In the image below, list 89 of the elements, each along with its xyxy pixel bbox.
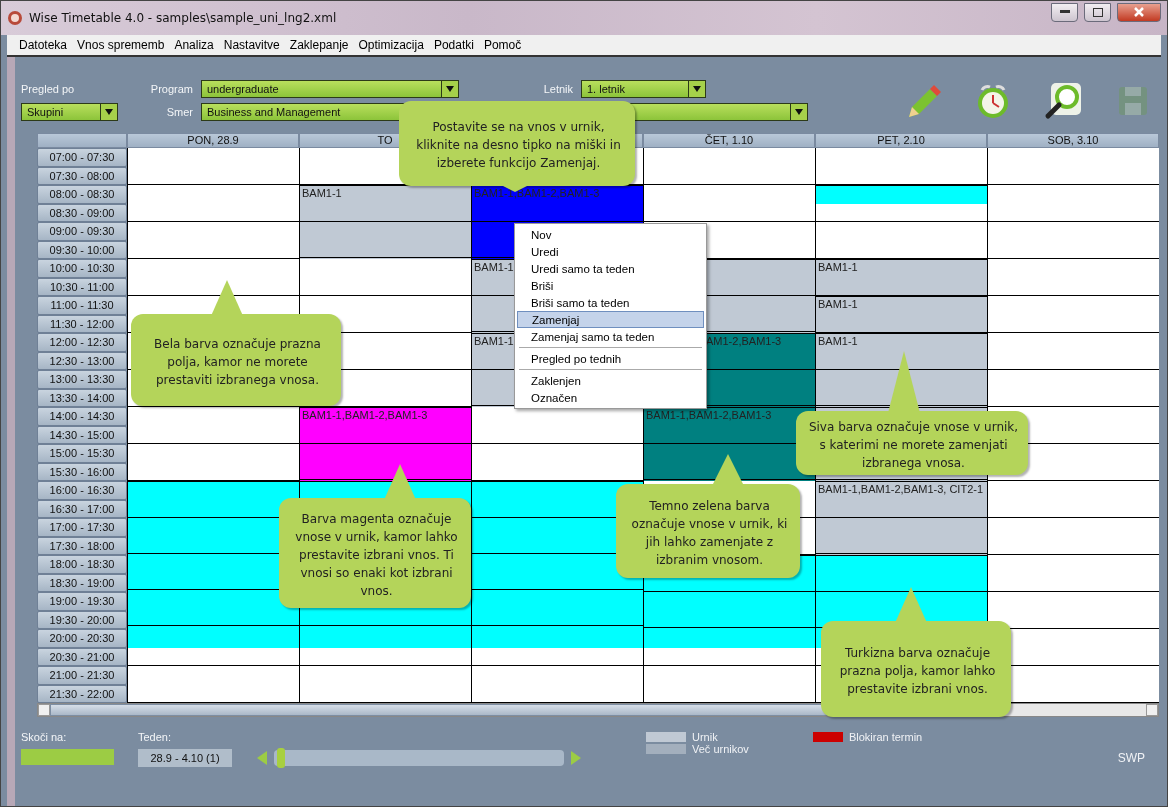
time-slot: 08:00 - 08:30 (37, 185, 127, 204)
time-slot: 19:00 - 19:30 (37, 592, 127, 611)
menu-item[interactable]: Podatki (433, 38, 474, 52)
window-title: Wise Timetable 4.0 - samples\sample_uni_lng2.xml (29, 11, 338, 25)
day-header: ČET, 1.10 (643, 133, 815, 148)
menu-item[interactable]: Vnos sprememb (77, 38, 165, 52)
menu-item[interactable]: Analiza (174, 38, 214, 52)
close-icon (1133, 7, 1145, 17)
timetable-entry[interactable]: BAM1-1 (816, 259, 987, 296)
search-icon[interactable] (1043, 81, 1083, 121)
menu-item[interactable]: Nastavitve (223, 38, 280, 52)
hint-tooltip: Bela barva označuje prazna polja, kamor ne morete prestaviti izbranega vnosa. (131, 280, 344, 409)
time-slot: 20:30 - 21:00 (37, 647, 127, 666)
day-header: PET, 2.10 (815, 133, 987, 148)
legend-label: Blokiran termin (848, 731, 923, 743)
time-slot: 11:30 - 12:00 (37, 314, 127, 333)
jump-label: Skoči na: (21, 731, 68, 743)
time-slot: 12:00 - 12:30 (37, 333, 127, 352)
close-button[interactable] (1117, 2, 1161, 22)
context-menu-item[interactable]: Pregled po tednih (517, 350, 704, 367)
time-slot: 10:30 - 11:00 (37, 277, 127, 296)
scroll-left-button[interactable] (38, 704, 50, 716)
time-slot: 21:30 - 22:00 (37, 684, 127, 703)
hint-tooltip: Turkizna barva označuje prazna polja, kamor lahko prestavite izbrani vnos. (821, 587, 1014, 720)
previous-arrow-icon[interactable] (256, 750, 268, 766)
program-select[interactable]: undergraduate (201, 80, 459, 98)
next-arrow-icon[interactable] (570, 750, 582, 766)
menu-item[interactable]: Optimizacija (358, 38, 424, 52)
scroll-right-button[interactable] (1146, 704, 1158, 716)
week-field[interactable]: 28.9 - 4.10 (1) (138, 749, 232, 767)
time-slot: 09:00 - 09:30 (37, 222, 127, 241)
caret-icon (441, 81, 458, 97)
time-slot: 11:00 - 11:30 (37, 296, 127, 315)
time-slot: 17:00 - 17:30 (37, 518, 127, 537)
time-slot: 18:00 - 18:30 (37, 555, 127, 574)
view-select[interactable]: Skupini (21, 103, 118, 121)
context-menu-item[interactable]: Zamenjaj (517, 311, 704, 328)
menu-item[interactable]: Zaklepanje (289, 38, 349, 52)
context-menu-item[interactable]: Briši samo ta teden (517, 294, 704, 311)
context-menu-item[interactable]: Briši (517, 277, 704, 294)
app-icon (7, 10, 23, 26)
time-slot: 18:30 - 19:00 (37, 573, 127, 592)
time-slot: 09:30 - 10:00 (37, 240, 127, 259)
direction-label: Smer (165, 106, 194, 118)
timetable-entry[interactable]: BAM1-1 (300, 185, 471, 259)
menu-item[interactable]: Datoteka (19, 38, 68, 52)
program-label: Program (149, 83, 194, 95)
timetable-entry[interactable]: BAM1-1,BAM1-2,BAM1-3 (300, 407, 471, 481)
day-header: PON, 28.9 (127, 133, 299, 148)
time-slot: 15:30 - 16:00 (37, 462, 127, 481)
maximize-button[interactable] (1084, 2, 1111, 22)
maximize-icon (1092, 7, 1103, 17)
time-slot: 07:30 - 08:00 (37, 166, 127, 185)
jump-field[interactable] (21, 749, 114, 765)
time-slot: 08:30 - 09:00 (37, 203, 127, 222)
caret-icon (100, 104, 117, 120)
week-slider[interactable] (274, 750, 564, 766)
time-slot: 15:00 - 15:30 (37, 444, 127, 463)
time-slot: 13:30 - 14:00 (37, 388, 127, 407)
minimize-button[interactable] (1051, 2, 1078, 22)
time-slot: 12:30 - 13:00 (37, 351, 127, 370)
time-slot: 07:00 - 07:30 (37, 148, 127, 167)
time-slot: 14:30 - 15:00 (37, 425, 127, 444)
legend-label: Urnik (692, 731, 718, 743)
legend-label: Več urnikov (692, 743, 749, 755)
time-slot: 16:00 - 16:30 (37, 481, 127, 500)
day-header: SOB, 3.10 (987, 133, 1159, 148)
time-slot: 14:00 - 14:30 (37, 407, 127, 426)
time-slot: 21:00 - 21:30 (37, 666, 127, 685)
slider-thumb[interactable] (276, 748, 285, 768)
timetable-entry[interactable]: BAM1-1 (816, 296, 987, 333)
time-slot: 13:00 - 13:30 (37, 370, 127, 389)
time-slot: 19:30 - 20:00 (37, 610, 127, 629)
time-slot: 20:00 - 20:30 (37, 629, 127, 648)
context-menu-item[interactable]: Uredi samo ta teden (517, 260, 704, 277)
timetable-entry[interactable]: BAM1-1 (816, 333, 987, 407)
mode-label: SWP (1117, 751, 1145, 765)
caret-icon (688, 81, 705, 97)
year-select[interactable]: 1. letnik (581, 80, 706, 98)
timetable-entry[interactable]: BAM1-1,BAM1-2,BAM1-3, CIT2-1 (816, 481, 987, 555)
minimize-icon (1059, 10, 1070, 14)
view-label: Pregled po (21, 83, 76, 95)
time-slot: 16:30 - 17:00 (37, 499, 127, 518)
time-slot: 10:00 - 10:30 (37, 259, 127, 278)
timetable-entry[interactable] (816, 185, 987, 204)
week-label: Teden: (138, 731, 173, 743)
menu-item[interactable]: Pomoč (483, 38, 522, 52)
year-label: Letnik (542, 83, 574, 95)
time-slot: 17:30 - 18:00 (37, 536, 127, 555)
